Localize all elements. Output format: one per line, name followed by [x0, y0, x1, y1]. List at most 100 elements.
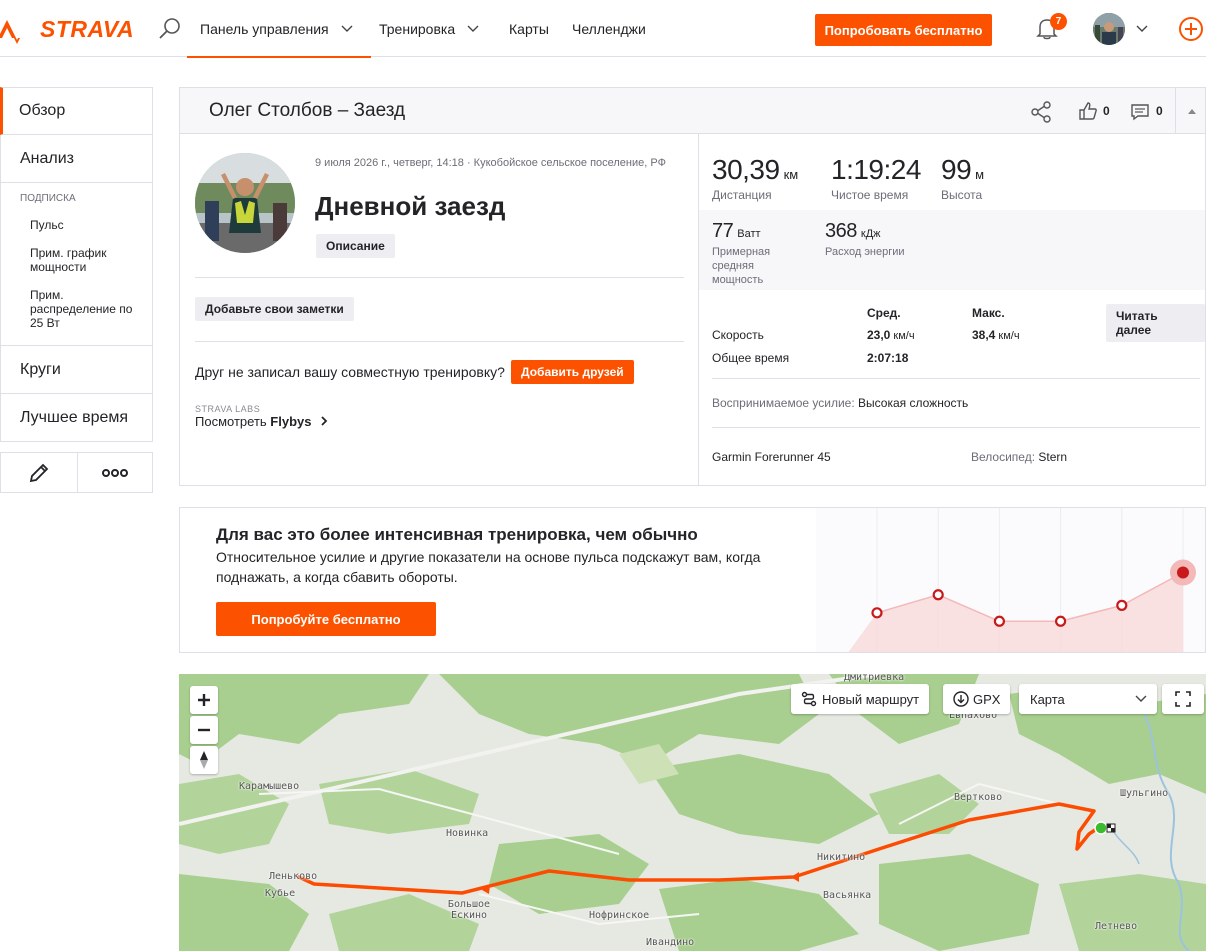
chevron-down-icon	[1135, 695, 1147, 702]
bike-info: Велосипед: Stern	[971, 450, 1068, 464]
row-speed-avg: 23,0 км/ч	[867, 328, 915, 342]
fullscreen-button[interactable]	[1162, 684, 1204, 714]
subscription-caption: ПОДПИСКА	[20, 193, 76, 204]
chevron-right-icon	[321, 416, 328, 426]
sidebar-item-heart-rate[interactable]: Пульс	[1, 218, 152, 232]
map-place-label: Никитино	[817, 852, 866, 863]
brand-wordmark: STRAVA	[40, 15, 135, 42]
gpx-download-button[interactable]: GPX	[943, 684, 1011, 714]
sidebar-item-analysis[interactable]: Анализ	[0, 135, 153, 183]
route-map[interactable]: Дмитриевка Евпахово Карамышево Новинка В…	[179, 674, 1206, 951]
chart-point	[932, 589, 944, 601]
activity-date-location: 9 июля 2026 г., четверг, 14:18 · Кукобой…	[315, 157, 666, 169]
row-speed-label: Скорость	[712, 328, 764, 342]
zoom-out-button[interactable]	[190, 716, 218, 744]
sidebar-subscription-group: ПОДПИСКА Пульс Прим. график мощности При…	[0, 183, 153, 346]
nav-dashboard[interactable]: Панель управления	[187, 0, 371, 58]
comment-icon[interactable]	[1130, 102, 1150, 122]
more-actions-button[interactable]	[76, 453, 153, 492]
stat-energy: 368 кДж Расход энергии	[825, 220, 905, 258]
map-place-label: Новинка	[446, 828, 489, 839]
map-place-label: Шульгино	[1120, 788, 1169, 799]
perceived-effort: Воспринимаемое усилие: Высокая сложность	[712, 396, 969, 410]
map-type-select[interactable]: Карта	[1019, 684, 1157, 714]
stat-moving-time: 1:19:24 Чистое время	[831, 154, 921, 202]
notification-badge: 7	[1050, 13, 1067, 30]
avatar-photo	[1093, 13, 1125, 45]
minus-icon	[198, 728, 210, 732]
activity-details: 9 июля 2026 г., четверг, 14:18 · Кукобой…	[180, 134, 699, 486]
download-icon	[953, 691, 969, 707]
stat-power: 77 Ватт Примерная средняя мощность	[712, 220, 771, 286]
chart-point	[1116, 599, 1128, 611]
try-free-button[interactable]: Попробовать бесплатно	[815, 14, 992, 46]
add-friends-button[interactable]: Добавить друзей	[511, 360, 634, 384]
sidebar-item-laps[interactable]: Круги	[0, 346, 153, 394]
map-place-label: Карамышево	[239, 781, 300, 792]
flybys-link[interactable]: Посмотреть Flybys	[195, 414, 329, 429]
description-button[interactable]: Описание	[316, 234, 395, 258]
share-icon[interactable]	[1030, 101, 1052, 123]
chart-point	[1177, 566, 1189, 579]
sidebar-item-best-efforts[interactable]: Лучшее время	[0, 394, 153, 442]
map-place-label: Леньково	[269, 871, 318, 882]
map-place-label: Вертково	[954, 792, 1003, 803]
nav-training[interactable]: Тренировка	[379, 0, 479, 57]
activity-header: Олег Столбов – Заезд 0 0	[180, 88, 1205, 134]
chevron-down-icon[interactable]	[1136, 25, 1148, 33]
divider	[712, 378, 1200, 379]
relative-effort-upsell: Для вас это более интенсивная тренировка…	[179, 507, 1206, 653]
activity-stats: 30,39 км Дистанция 1:19:24 Чистое время 9…	[699, 134, 1205, 486]
nav-maps[interactable]: Карты	[509, 0, 549, 57]
strava-logo-icon	[0, 20, 20, 44]
search-icon[interactable]	[157, 16, 183, 42]
plus-icon	[198, 694, 210, 706]
map-place-label: Дмитриевка	[844, 674, 905, 683]
strava-logo[interactable]: STRAVA	[0, 14, 134, 44]
device-name: Garmin Forerunner 45	[712, 450, 831, 464]
chart-point	[1055, 615, 1067, 627]
map-place-label: Васьянка	[823, 890, 872, 901]
thumbs-up-icon[interactable]	[1078, 101, 1098, 121]
new-route-button[interactable]: Новый маршрут	[791, 684, 930, 714]
map-place-label: Кубье	[265, 888, 296, 899]
chart-point	[993, 615, 1005, 627]
collapse-button[interactable]	[1175, 88, 1206, 134]
sidebar-tools	[0, 452, 153, 493]
sidebar-item-power-distribution[interactable]: Прим. распределение по 25 Вт	[1, 288, 152, 330]
missing-friend-text: Друг не записал вашу совместную трениров…	[195, 364, 505, 380]
route-icon	[801, 691, 817, 707]
sidebar-item-overview[interactable]: Обзор	[0, 87, 153, 135]
table-header-max: Макс.	[972, 306, 1005, 320]
stat-elevation: 99 м Высота	[941, 154, 985, 202]
compass-icon	[200, 751, 208, 769]
table-header-avg: Сред.	[867, 306, 901, 320]
map-place-label: Нофринское	[589, 910, 650, 921]
user-avatar[interactable]	[1093, 13, 1125, 45]
plus-circle-icon[interactable]	[1178, 16, 1204, 42]
nav-challenges[interactable]: Челленджи	[572, 0, 646, 57]
upsell-text: Относительное усилие и другие показатели…	[216, 549, 761, 585]
upsell-try-free-button[interactable]: Попробуйте бесплатно	[216, 602, 436, 636]
sidebar-item-power-curve[interactable]: Прим. график мощности	[1, 246, 152, 274]
top-navigation: STRAVA Панель управления Тренировка Карт…	[0, 0, 1206, 58]
row-elapsed-avg: 2:07:18	[867, 351, 909, 365]
comments-count: 0	[1156, 104, 1163, 118]
activity-sidebar: Обзор Анализ ПОДПИСКА Пульс Прим. график…	[0, 87, 153, 493]
map-place-label: Ивандино	[646, 937, 695, 948]
compass-button[interactable]	[190, 746, 218, 774]
athlete-photo	[195, 153, 295, 253]
map-place-label: Большое Ескино	[447, 899, 491, 921]
zoom-in-button[interactable]	[190, 686, 218, 714]
activity-name: Дневной заезд	[315, 191, 506, 221]
row-elapsed-label: Общее время	[712, 351, 790, 365]
read-more-button[interactable]: Читать далее	[1106, 304, 1205, 342]
row-speed-max: 38,4 км/ч	[972, 328, 1020, 342]
add-notes-button[interactable]: Добавьте свои заметки	[195, 297, 354, 321]
relative-effort-chart	[816, 508, 1205, 652]
chevron-down-icon	[467, 25, 479, 32]
activity-header-title: Олег Столбов – Заезд	[209, 100, 406, 121]
caret-up-icon	[1187, 108, 1196, 114]
edit-button[interactable]	[1, 453, 77, 492]
athlete-avatar[interactable]	[195, 153, 295, 253]
